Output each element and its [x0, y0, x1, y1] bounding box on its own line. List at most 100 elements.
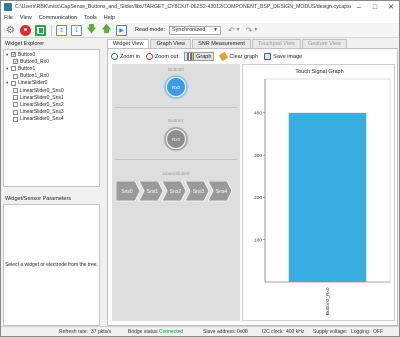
tab-gesture-view: Gesture View — [302, 39, 348, 48]
main-pane: Widget View Graph View SNR Measurement Touc… — [107, 39, 398, 326]
tree-checkbox[interactable] — [11, 80, 16, 86]
tree-item-label: LinearSlider0_Sns3 — [20, 109, 64, 116]
save-image-label: Save image — [273, 53, 303, 60]
undo-icon[interactable]: ↶ — [228, 26, 235, 35]
slider-name: LinearSlider0 — [162, 171, 190, 176]
download-arrow-icon[interactable]: 🡇 — [86, 24, 97, 36]
zoom-in-button[interactable]: Zoom in — [111, 53, 140, 60]
graph-toggle-button[interactable]: Graph — [184, 52, 215, 61]
connect-active-icon[interactable] — [35, 24, 46, 36]
tree-sensor-item[interactable]: LinearSlider0_Sns4 — [13, 116, 64, 123]
left-pane: Widget Explorer ▾ ✓ Button0 ✓ Button0_Rx0 ▾ Bu… — [3, 39, 100, 326]
tree-checkbox[interactable] — [13, 109, 18, 115]
widget-tree: ▾ ✓ Button0 ✓ Button0_Rx0 ▾ Button1 Button1_Rx0… — [3, 49, 100, 187]
tree-item-label: LinearSlider0 — [18, 80, 48, 87]
chevron-down-icon: ▼ — [213, 27, 218, 33]
widget-explorer: Widget Explorer ▾ ✓ Button0 ✓ Button0_Rx0 ▾ Bu… — [3, 39, 100, 187]
linear-slider-widget[interactable]: Sns0 Sns1 Sns2 Sns3 Sns4 — [116, 181, 236, 205]
tree-sensor-item[interactable]: ✓ Button0_Rx0 — [13, 58, 49, 65]
tree-widget-item[interactable]: ▾ ✓ Button0 — [6, 51, 35, 58]
widget-params-title: Widget/Sensor Parameters — [5, 195, 72, 202]
title-bar: C:\Users\RBK\misc\CapSense_Buttons_and_S… — [1, 1, 399, 13]
y-tick-label: 400 — [254, 111, 262, 117]
import-icon[interactable]: ↥ — [56, 24, 67, 36]
read-mode-label: Read mode: — [135, 27, 165, 33]
tree-item-label: Button1_Rx0 — [20, 73, 49, 80]
y-tick-label: 300 — [254, 153, 262, 159]
maximize-button[interactable]: □ — [367, 1, 383, 13]
app-window: C:\Users\RBK\misc\CapSense_Buttons_and_S… — [0, 0, 400, 337]
undo-dropdown-icon[interactable]: ▼ — [236, 27, 241, 33]
tree-sensor-item[interactable]: LinearSlider0_Sns0 — [13, 87, 64, 94]
slider-segment-label: Sns3 — [193, 189, 205, 195]
tree-checkbox[interactable]: ✓ — [11, 52, 16, 57]
menu-file[interactable]: File — [4, 15, 13, 21]
button1-name: Button1 — [168, 118, 184, 123]
tree-item-label: LinearSlider0_Sns4 — [20, 116, 64, 123]
slider-segment-label: Sns4 — [216, 189, 228, 195]
slave-address-value: 0x08 — [237, 329, 248, 335]
tree-widget-item[interactable]: ▾ LinearSlider0 — [6, 80, 47, 87]
clear-graph-button[interactable]: Clear graph — [219, 51, 259, 62]
divider — [115, 159, 237, 160]
tree-checkbox[interactable]: ✓ — [13, 59, 18, 65]
zoom-out-label: Zoom out — [154, 53, 179, 60]
stop-icon[interactable]: ■ — [20, 24, 31, 36]
tree-sensor-item[interactable]: LinearSlider0_Sns3 — [13, 109, 64, 116]
tree-checkbox[interactable] — [13, 73, 18, 79]
button0-name: Button0 — [168, 67, 184, 72]
widget-explorer-title: Widget Explorer — [5, 40, 45, 47]
menu-bar: File View Communication Tools Help — [1, 13, 399, 23]
tree-sensor-item[interactable]: LinearSlider0_Sns2 — [13, 101, 64, 108]
menu-tools[interactable]: Tools — [84, 15, 97, 21]
button0-sensor: Rx0 — [167, 78, 185, 96]
save-image-button[interactable]: Save image — [264, 53, 302, 60]
params-hint: Select a widget or electrode from the tr… — [5, 262, 98, 268]
redo-dropdown-icon[interactable]: ▼ — [253, 27, 258, 33]
eraser-icon — [219, 51, 229, 62]
tree-sensor-item[interactable]: LinearSlider0_Sns1 — [13, 94, 64, 101]
tab-snr-measurement[interactable]: SNR Measurement — [192, 39, 251, 48]
bridge-status-value: Connected — [159, 329, 184, 335]
upload-arrow-icon[interactable]: 🡅 — [101, 24, 112, 36]
configure-gear-icon[interactable]: ⚙ — [5, 25, 16, 36]
tree-checkbox[interactable] — [13, 102, 18, 108]
minimize-button[interactable]: – — [351, 1, 367, 13]
tree-item-label: LinearSlider0_Sns0 — [20, 87, 64, 94]
view-actions: Zoom in Zoom out Graph Clear graph Save … — [111, 51, 308, 62]
button1-widget[interactable]: Rx0 — [164, 127, 188, 151]
export-icon[interactable]: ↧ — [71, 24, 82, 36]
read-mode-select[interactable]: Synchronized ▼ — [168, 25, 221, 35]
tree-sensor-item[interactable]: Button1_Rx0 — [13, 73, 49, 80]
tree-checkbox[interactable] — [13, 88, 18, 93]
redo-icon[interactable]: ↷ — [246, 26, 253, 35]
tree-item-label: LinearSlider0_Sns2 — [20, 101, 64, 108]
play-icon[interactable]: ▶ — [116, 24, 127, 36]
y-tick-label: 100 — [254, 237, 262, 243]
logging-value: OFF — [373, 329, 383, 335]
tree-checkbox[interactable] — [13, 95, 18, 101]
clear-graph-label: Clear graph — [229, 53, 259, 60]
menu-view[interactable]: View — [20, 15, 32, 21]
graph-label: Graph — [196, 53, 212, 60]
close-button[interactable]: ✕ — [383, 1, 399, 13]
tab-touchpad-view: Touchpad View — [251, 39, 302, 48]
menu-communication[interactable]: Communication — [39, 15, 77, 21]
touch-signal-graph: Touch Signal Graph 100 200 300 400 Button0_Rx… — [242, 64, 395, 321]
menu-help[interactable]: Help — [104, 15, 115, 21]
tree-checkbox[interactable] — [11, 66, 16, 72]
button1-sensor: Rx0 — [167, 130, 185, 148]
button0-widget[interactable]: Rx0 — [164, 75, 188, 99]
tree-item-label: Button0 — [18, 51, 36, 58]
i2c-clock-label: I2C clock: — [262, 329, 284, 335]
tree-checkbox[interactable] — [13, 116, 18, 122]
view-tabs: Widget View Graph View SNR Measurement Touc… — [107, 39, 348, 48]
tree-widget-item[interactable]: ▾ Button1 — [6, 65, 35, 72]
params-box: Select a widget or electrode from the tr… — [3, 204, 100, 326]
tab-graph-view[interactable]: Graph View — [150, 39, 192, 48]
y-tick-label: 200 — [254, 195, 262, 201]
zoom-out-button[interactable]: Zoom out — [145, 53, 179, 60]
zoom-out-icon — [145, 53, 153, 60]
slider-segment-label: Sns1 — [147, 189, 159, 195]
tab-widget-view[interactable]: Widget View — [107, 39, 150, 48]
